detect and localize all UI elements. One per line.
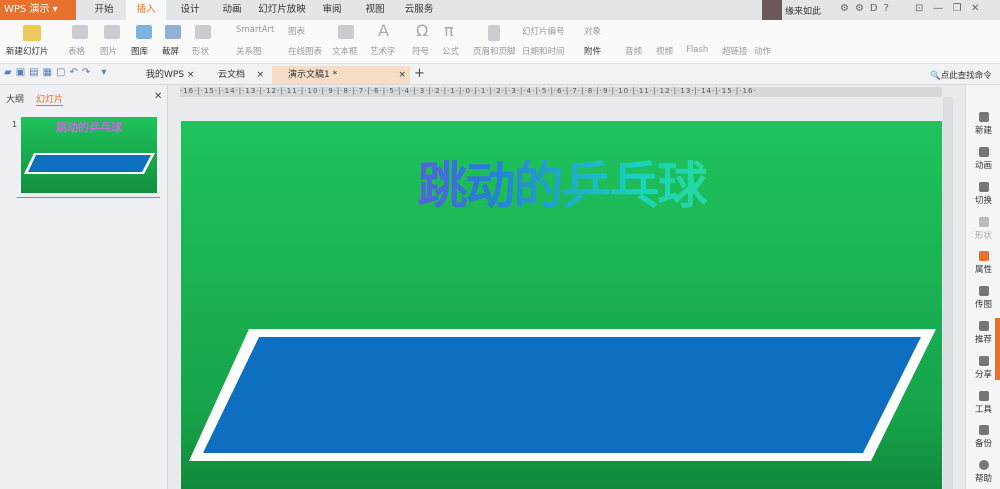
doc-tab-presentation[interactable]: 演示文稿1 * × [272,66,410,84]
doc-tab-cloud[interactable]: 云文档 × [202,66,270,84]
smartart-button[interactable]: SmartArt [236,25,274,35]
relation-button[interactable]: 关系图 [236,45,262,57]
minimize-icon[interactable]: — [933,3,943,14]
sidebar-help[interactable]: 帮助 [966,460,1000,484]
header-footer-icon [488,25,500,41]
sidebar-tools[interactable]: 工具 [966,391,1000,415]
tab-label: 我的WPS [146,70,185,80]
pin-icon[interactable]: ⊡ [915,3,923,14]
slides-panel: 大纲 幻灯片 ✕ 1 跳动的乒乓球 [0,85,168,489]
symbol-icon: Ω [416,21,429,40]
tab-home[interactable]: 开始 [82,0,126,20]
tab-outline[interactable]: 大纲 [6,92,24,105]
doc-tab-mywps[interactable]: 我的WPS × [130,66,200,84]
tab-slides[interactable]: 幻灯片 [36,92,64,106]
quick-access-icons[interactable]: ▰▣▤▦▢↶↷ ▾ [4,67,110,78]
vertical-scrollbar[interactable] [943,97,953,489]
formula-icon: π [444,21,454,40]
wordart-button[interactable]: 艺术字 [370,45,396,57]
new-tab-button[interactable]: + [414,66,425,81]
gallery-button[interactable]: 图库 [131,45,148,57]
sidebar-backup[interactable]: 备份 [966,425,1000,449]
search-command[interactable]: 🔍点此查找命令 [930,69,992,81]
close-icon[interactable]: ✕ [971,3,979,14]
picture-button[interactable]: 图片 [100,45,117,57]
new-slide-icon [23,25,41,41]
thumbnail-table-shape: 跳动的乒乓球 [24,120,155,174]
object-button[interactable]: 对象 [584,25,601,37]
textbox-button[interactable]: 文本框 [332,45,358,57]
app-menu-button[interactable]: WPS 演示 ▾ [0,0,76,20]
header-footer-button[interactable]: 页眉和页脚 [473,45,516,57]
screenshot-icon [165,25,181,39]
sidebar-upload-image[interactable]: 传图 [966,286,1000,310]
toolbar-icons[interactable]: ⚙⚙D? [840,3,895,14]
table-icon [72,25,88,39]
avatar[interactable] [762,0,782,20]
shape-icon [195,25,211,39]
shape-button[interactable]: 形状 [192,45,209,57]
tab-insert[interactable]: 插入 [126,0,166,20]
tab-review[interactable]: 审阅 [312,0,352,20]
tab-label: 演示文稿1 * [288,70,338,80]
svg-text:跳动的乒乓球: 跳动的乒乓球 [56,120,123,134]
tab-design[interactable]: 设计 [170,0,210,20]
chart-button[interactable]: 图表 [288,25,305,37]
gallery-icon [136,25,152,39]
hyperlink-button[interactable]: 超链接 [722,45,748,57]
audio-button[interactable]: 音频 [625,45,642,57]
formula-button[interactable]: 公式 [442,45,459,57]
flash-button[interactable]: Flash [686,45,708,55]
action-button[interactable]: 动作 [754,45,771,57]
slide-canvas[interactable]: 跳动的乒乓球 [181,121,942,489]
sidebar-new[interactable]: 新建 [966,112,1000,136]
sidebar-properties[interactable]: 属性 [966,251,1000,275]
textbox-icon [338,25,354,39]
tab-label: 云文档 [218,70,246,80]
slide-thumbnail[interactable]: 跳动的乒乓球 [21,117,157,193]
horizontal-ruler: ·16·|·15·|·14·|·13·|·12·|·11·|·10·|·9·|·… [180,87,942,97]
tab-cloud[interactable]: 云服务 [398,0,440,20]
screenshot-button[interactable]: 截屏 [162,45,179,57]
restore-icon[interactable]: ❐ [952,3,961,14]
sidebar-animation[interactable]: 动画 [966,147,1000,171]
wordart-icon: A [378,21,389,40]
tab-view[interactable]: 视图 [355,0,395,20]
datetime-button[interactable]: 日期和时间 [522,45,565,57]
tab-slideshow[interactable]: 幻灯片放映 [256,0,308,20]
new-slide-button[interactable]: 新建幻灯片 [6,45,49,57]
sidebar-collapse-handle[interactable] [995,318,1000,380]
app-name: WPS 演示 [4,4,50,15]
tab-animation[interactable]: 动画 [212,0,252,20]
table-shape[interactable] [181,121,942,489]
slide-number: 1 [12,120,18,129]
symbol-button[interactable]: 符号 [412,45,429,57]
window-controls[interactable]: ⊡ — ❐ ✕ [915,3,979,14]
sidebar-transition[interactable]: 切换 [966,182,1000,206]
online-chart-button[interactable]: 在线图表 [288,45,322,57]
close-panel-icon[interactable]: ✕ [154,91,162,102]
username[interactable]: 缘来如此 [785,4,821,17]
video-button[interactable]: 视频 [656,45,673,57]
ribbon: 新建幻灯片 表格 图片 图库 截屏 形状 SmartArt 图表 关系图 在线图… [0,20,1000,64]
thumbnail-selection-line [17,197,160,198]
sidebar-shape[interactable]: 形状 [966,217,1000,241]
table-button[interactable]: 表格 [68,45,85,57]
picture-icon [104,25,120,39]
right-sidebar: 新建 动画 切换 形状 属性 传图 推荐 分享 工具 备份 帮助 [965,85,1000,489]
attachment-button[interactable]: 附件 [584,45,601,57]
slide-number-button[interactable]: 幻灯片编号 [522,25,565,37]
